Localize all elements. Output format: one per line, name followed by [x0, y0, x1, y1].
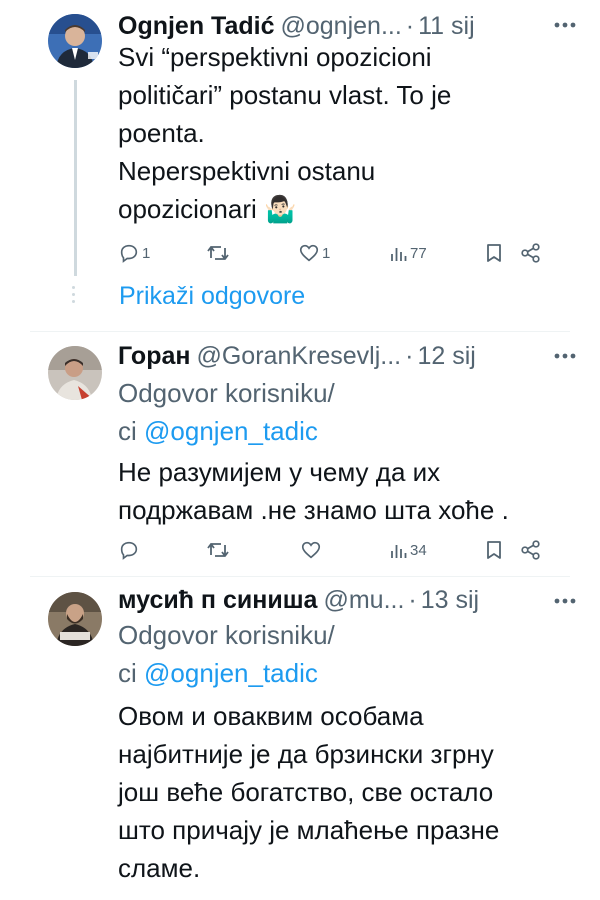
more-options-button[interactable] [550, 341, 580, 371]
action-bar: 34 [118, 535, 580, 565]
tweet-text-line: што причају је млаћење празне [118, 815, 500, 845]
replying-to-label: Odgovor korisniku/ [118, 378, 335, 408]
replying-to: Odgovor korisniku/ ci @ognjen_tadic [118, 374, 335, 450]
replying-to: Odgovor korisniku/ ci @ognjen_tadic [118, 616, 335, 692]
more-icon [554, 22, 576, 28]
tweet-text-line: poenta. [118, 118, 205, 148]
share-button[interactable] [520, 238, 542, 268]
tweet-text-line: Овом и оваквим особама [118, 701, 424, 731]
share-button[interactable] [520, 535, 542, 565]
tweet-text-line: најбитније је да брзински згрну [118, 739, 494, 769]
views-icon [391, 545, 407, 558]
heart-icon [299, 244, 319, 262]
more-options-button[interactable] [550, 586, 580, 616]
reply-button[interactable] [118, 535, 142, 565]
like-count: 1 [322, 244, 331, 262]
man-suit-avatar-icon [48, 14, 102, 68]
tweet-time[interactable]: 12 sij [417, 342, 475, 371]
thread-dots [71, 286, 75, 307]
tweet-text: Не разумијем у чему да их подржавам .не … [118, 453, 570, 529]
tweet-header: Горан @GoranKresevlj... · 12 sij [118, 338, 580, 374]
views-button[interactable]: 34 [390, 535, 427, 565]
views-button[interactable]: 77 [390, 238, 427, 268]
tweet-text-line: сламе. [118, 853, 201, 883]
retweet-icon [207, 246, 229, 260]
reply-button[interactable]: 1 [118, 238, 150, 268]
author-name[interactable]: Горан [118, 342, 190, 371]
replying-to-label: Odgovor korisniku/ [118, 620, 335, 650]
heart-icon [301, 541, 321, 559]
views-count: 34 [410, 541, 427, 559]
tweet-text-line: Не разумијем у чему да их [118, 457, 441, 487]
separator-dot: · [405, 11, 415, 40]
tweet-text: Овом и оваквим особама најбитније је да … [118, 697, 570, 887]
man-portrait-avatar-icon [48, 346, 102, 400]
more-options-button[interactable] [550, 10, 580, 40]
avatar[interactable] [48, 346, 102, 400]
bookmark-button[interactable] [484, 535, 504, 565]
views-count: 77 [410, 244, 427, 262]
bookmark-icon [487, 541, 501, 559]
separator-dot: · [408, 585, 417, 614]
thread-line [74, 80, 77, 276]
tweet-time[interactable]: 13 sij [421, 586, 479, 615]
author-handle[interactable]: @ognjen... [281, 12, 402, 41]
retweet-button[interactable] [206, 535, 232, 565]
tweet-text-line: још веће богатство, све остало [118, 777, 494, 807]
mention-link[interactable]: @ognjen_tadic [144, 416, 318, 446]
reply-count: 1 [142, 244, 151, 262]
author-handle[interactable]: @mu... [323, 586, 404, 615]
show-replies-link[interactable]: Prikaži odgovore [119, 282, 305, 311]
share-icon [521, 540, 540, 560]
tweet-time[interactable]: 11 sij [418, 12, 475, 41]
more-icon [554, 598, 576, 604]
retweet-icon [207, 543, 229, 557]
avatar[interactable] [48, 14, 102, 68]
author-name[interactable]: Ognjen Tadić [118, 12, 275, 41]
mention-link[interactable]: @ognjen_tadic [144, 658, 318, 688]
author-handle[interactable]: @GoranKresevlj... [196, 342, 401, 371]
tweet-text: Svi “perspektivni opozicioni političari”… [118, 38, 570, 228]
tweet-text-line: Svi “perspektivni opozicioni [118, 42, 432, 72]
tweet-text-line: Neperspektivni ostanu [118, 156, 376, 186]
tweet-text-line: opozicionari 🤷🏻‍♂️ [118, 194, 297, 224]
like-button[interactable] [300, 535, 324, 565]
like-button[interactable]: 1 [298, 238, 330, 268]
bearded-man-avatar-icon [48, 592, 102, 646]
bookmark-icon [487, 244, 501, 262]
tweet-text-line: političari” postanu vlast. To je [118, 80, 452, 110]
divider [30, 576, 570, 577]
replying-to-suffix: ci [118, 658, 137, 688]
action-bar: 1 1 77 [118, 238, 580, 268]
bookmark-button[interactable] [484, 238, 504, 268]
more-icon [554, 353, 576, 359]
views-icon [391, 248, 407, 261]
retweet-button[interactable] [206, 238, 232, 268]
divider [30, 331, 570, 332]
separator-dot: · [405, 341, 414, 370]
reply-icon [120, 244, 138, 263]
avatar[interactable] [48, 592, 102, 646]
tweet-text-line: подржавам .не знамо шта хоће . [118, 495, 509, 525]
reply-icon [120, 541, 138, 560]
share-icon [521, 243, 540, 263]
author-name[interactable]: мусић п синиша [118, 586, 317, 615]
replying-to-suffix: ci [118, 416, 137, 446]
tweet-header: мусић п синиша @mu... · 13 sij [118, 582, 580, 618]
